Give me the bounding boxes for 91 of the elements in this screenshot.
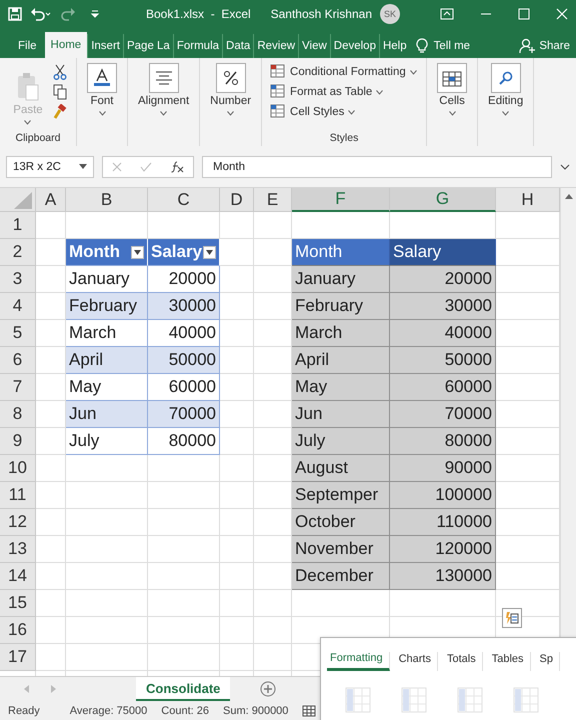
formula-field[interactable]: Month [202, 156, 552, 178]
table-cell: 20000 [390, 266, 496, 293]
row-header[interactable]: 13 [0, 536, 36, 563]
table-cell: Septemper [292, 482, 390, 509]
column-header[interactable]: D [220, 188, 254, 212]
group-title: Clipboard [16, 132, 60, 144]
ribbon-button[interactable]: Editing [484, 61, 528, 118]
table-cell: 70000 [390, 401, 496, 428]
ribbon-tab[interactable]: File [4, 34, 45, 58]
ribbon-button[interactable]: Alignment [134, 61, 194, 118]
sheet-tab[interactable]: Consolidate [136, 677, 230, 701]
row-header[interactable]: 11 [0, 482, 36, 509]
column-header[interactable]: H [496, 188, 560, 212]
ribbon-button[interactable]: Cells [433, 61, 472, 118]
table-cell: April [292, 347, 390, 374]
status-stat: Count: 26 [161, 705, 209, 717]
table-cell: February [292, 293, 390, 320]
column-header[interactable]: C [148, 188, 220, 212]
column-header[interactable]: G [390, 188, 496, 212]
table-cell: 90000 [390, 455, 496, 482]
row-header[interactable]: 2 [0, 239, 36, 266]
row-header[interactable]: 7 [0, 374, 36, 401]
ribbon-button[interactable]: Number [206, 61, 256, 118]
style-command[interactable]: Cell Styles [268, 103, 420, 120]
table-cell: October [292, 509, 390, 536]
style-command[interactable]: Format as Table [268, 83, 420, 100]
row-header[interactable]: 5 [0, 320, 36, 347]
table-cell: March [292, 320, 390, 347]
table-cell: 50000 [148, 347, 220, 374]
group-title: Styles [328, 132, 360, 144]
row-header[interactable]: 4 [0, 293, 36, 320]
analysis-tab[interactable]: Formatting [327, 652, 390, 671]
table-cell: 130000 [390, 563, 496, 590]
table-cell: 30000 [390, 293, 496, 320]
row-header[interactable]: 1 [0, 212, 36, 239]
header-cell: Salary [390, 239, 496, 266]
analysis-tab[interactable]: Charts [396, 652, 438, 671]
column-header[interactable]: A [36, 188, 66, 212]
table-cell: December [292, 563, 390, 590]
table-cell: July [292, 428, 390, 455]
table-cell: Jun [66, 401, 148, 428]
status-stat: Average: 75000 [70, 705, 148, 717]
user-avatar[interactable]: SK [380, 4, 400, 24]
row-header[interactable]: 10 [0, 455, 36, 482]
analysis-tab[interactable]: Sp [536, 652, 560, 671]
style-command[interactable]: Conditional Formatting [268, 63, 420, 80]
header-label: Month [69, 242, 120, 262]
header-cell: Month [292, 239, 390, 266]
row-header[interactable]: 17 [0, 644, 36, 671]
row-header[interactable]: 8 [0, 401, 36, 428]
table-cell: February [66, 293, 148, 320]
row-header[interactable]: 16 [0, 617, 36, 644]
status-stat: Sum: 900000 [222, 705, 288, 717]
column-header[interactable]: F [292, 188, 390, 212]
user-name: Santhosh Krishnan [270, 7, 372, 21]
table-cell: April [66, 347, 148, 374]
table-cell: 40000 [390, 320, 496, 347]
table-cell: 30000 [148, 293, 220, 320]
table-cell: 60000 [390, 374, 496, 401]
table-cell: July [66, 428, 148, 455]
table-cell: 80000 [148, 428, 220, 455]
row-header[interactable]: 14 [0, 563, 36, 590]
table-cell: 80000 [390, 428, 496, 455]
row-header[interactable]: 3 [0, 266, 36, 293]
status-text: Ready [8, 705, 40, 717]
window-title: Book1.xlsx - Excel [146, 7, 251, 21]
row-header[interactable]: 12 [0, 509, 36, 536]
analysis-tab[interactable]: Tables [488, 652, 531, 671]
ribbon-tab[interactable]: Home [44, 32, 88, 58]
name-box-text: 13R x 2C [13, 160, 61, 172]
ribbon-button[interactable]: Font [83, 61, 121, 118]
table-cell: January [292, 266, 390, 293]
row-header[interactable]: 6 [0, 347, 36, 374]
name-box[interactable]: 13R x 2C [6, 156, 94, 178]
table-cell: 70000 [148, 401, 220, 428]
column-header[interactable]: E [254, 188, 292, 212]
table-cell: 110000 [390, 509, 496, 536]
table-cell: November [292, 536, 390, 563]
table-cell: 50000 [390, 347, 496, 374]
table-cell: August [292, 455, 390, 482]
tell-me-button[interactable]: Tell me [416, 34, 470, 58]
table-cell: 120000 [390, 536, 496, 563]
row-header[interactable]: 9 [0, 428, 36, 455]
row-header[interactable]: 15 [0, 590, 36, 617]
table-cell: Jun [292, 401, 390, 428]
analysis-tab[interactable]: Totals [444, 652, 483, 671]
share-button[interactable]: Share [519, 34, 570, 58]
column-header[interactable]: B [66, 188, 148, 212]
header-label: Salary [151, 242, 202, 262]
table-cell: May [292, 374, 390, 401]
table-cell: 100000 [390, 482, 496, 509]
